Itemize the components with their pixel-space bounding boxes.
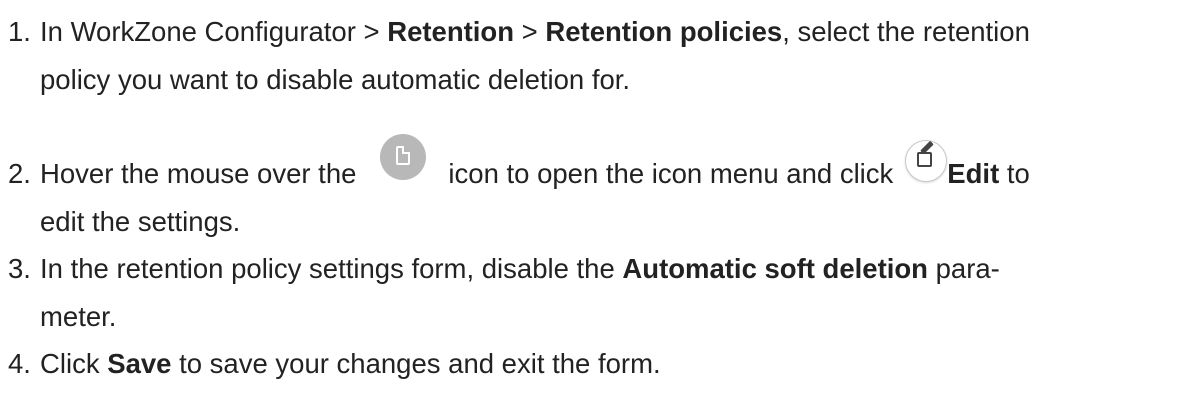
step-number: 2. (8, 158, 31, 189)
step-text: In the retention policy settings form, d… (40, 245, 1185, 341)
step-line: meter. (40, 301, 117, 332)
save-label: Save (107, 348, 172, 379)
step-line: In WorkZone Configurator > Retention > R… (40, 16, 1030, 47)
step-line: Click Save to save your changes and exit… (40, 348, 661, 379)
step-line: Hover the mouse over the icon to open the… (40, 134, 1185, 198)
step-text: Click Save to save your changes and exit… (40, 340, 1185, 388)
step-line: In the retention policy settings form, d… (40, 253, 1000, 284)
menu-retention: Retention (387, 16, 515, 47)
step-line: edit the settings. (40, 206, 241, 237)
step-text: In WorkZone Configurator > Retention > R… (40, 8, 1185, 104)
document-icon (380, 134, 427, 180)
step-number: 4. (8, 348, 31, 379)
automatic-soft-deletion-label: Automatic soft deletion (622, 253, 928, 284)
step-text: Hover the mouse over the icon to open the… (40, 134, 1185, 246)
step-number: 3. (8, 253, 31, 284)
step-number: 1. (8, 16, 31, 47)
step-line: policy you want to disable automatic del… (40, 64, 631, 95)
menu-retention-policies: Retention policies (545, 16, 783, 47)
edit-icon (905, 140, 948, 182)
edit-label: Edit (947, 158, 1000, 189)
